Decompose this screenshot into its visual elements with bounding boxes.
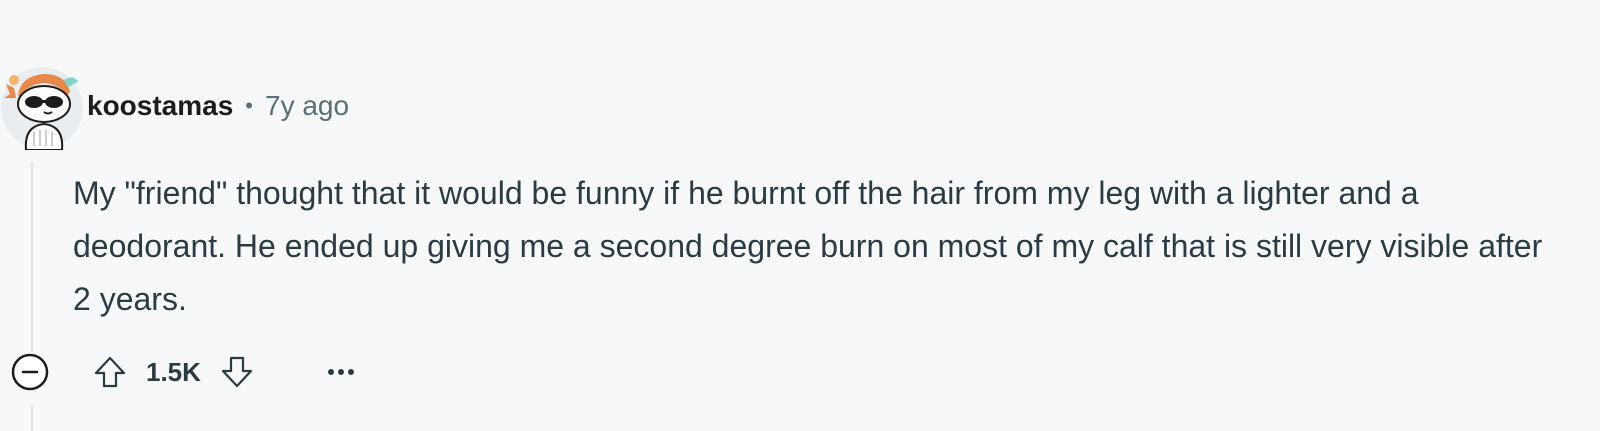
more-options-button[interactable] — [319, 350, 363, 394]
avatar[interactable] — [0, 66, 84, 150]
vote-controls: 1.5K — [88, 350, 259, 394]
meta-separator: • — [245, 93, 253, 118]
comment-timestamp[interactable]: 7y ago — [265, 90, 349, 122]
comment-action-bar: 1.5K — [10, 350, 363, 394]
collapse-button[interactable] — [10, 352, 50, 392]
thread-line[interactable] — [31, 162, 33, 352]
downvote-arrow-icon — [221, 356, 253, 388]
vote-score: 1.5K — [146, 356, 201, 387]
author-username[interactable]: koostamas — [87, 90, 233, 122]
comment-body: My "friend" thought that it would be fun… — [73, 175, 1543, 317]
thread-line-continuation[interactable] — [31, 405, 33, 431]
upvote-button[interactable] — [88, 350, 132, 394]
upvote-arrow-icon — [94, 356, 126, 388]
comment-meta: koostamas • 7y ago — [87, 88, 349, 124]
downvote-button[interactable] — [215, 350, 259, 394]
minus-circle-icon — [11, 353, 49, 391]
more-options-icon — [327, 369, 354, 375]
comment: koostamas • 7y ago My "friend" thought t… — [0, 0, 1600, 431]
